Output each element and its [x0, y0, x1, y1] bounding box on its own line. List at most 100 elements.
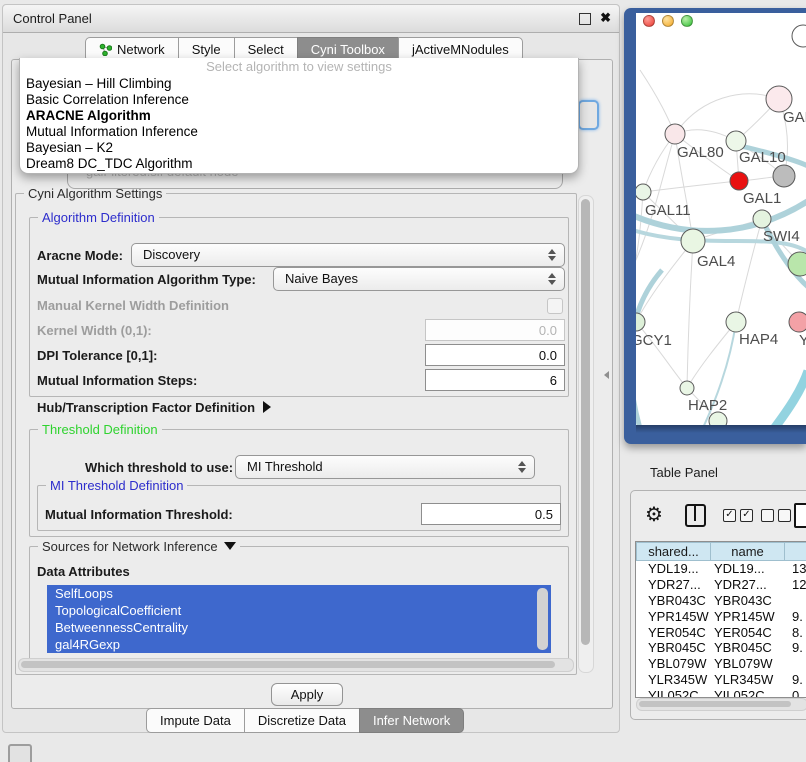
table-hscrollbar-track[interactable]	[636, 698, 806, 711]
network-node-green-right[interactable]	[788, 252, 806, 276]
network-edge[interactable]	[687, 241, 693, 388]
network-node-hap2[interactable]	[680, 381, 694, 395]
algorithm-option-aracne-algorithm[interactable]: ARACNE Algorithm	[20, 108, 578, 124]
table-cell: 9.	[785, 672, 806, 688]
table-panel-title: Table Panel	[650, 465, 718, 480]
network-node-swi4[interactable]	[753, 210, 771, 228]
kernel-width-field[interactable]: 0.0	[425, 319, 565, 341]
algorithm-option-basic-correlation-inference[interactable]: Basic Correlation Inference	[20, 92, 578, 108]
divider-collapse-icon[interactable]	[604, 371, 609, 379]
tab-discretize-data[interactable]: Discretize Data	[244, 708, 360, 733]
panel-toggle-icon[interactable]	[8, 744, 32, 762]
algorithm-definition-title: Algorithm Definition	[38, 210, 159, 225]
algorithm-option-dream8-dc-tdc-algorithm[interactable]: Dream8 DC_TDC Algorithm	[20, 156, 578, 172]
network-edge[interactable]	[736, 219, 762, 322]
manual-kernel-checkbox[interactable]	[547, 298, 563, 314]
mi-steps-field[interactable]: 6	[425, 369, 565, 391]
table-row[interactable]: YPR145WYPR145W9.	[636, 609, 806, 625]
algorithm-option-bayesian-hill-climbing[interactable]: Bayesian – Hill Climbing	[20, 76, 578, 92]
apply-button[interactable]: Apply	[271, 683, 343, 706]
bottom-tabbar: Impute DataDiscretize DataInfer Network	[146, 708, 464, 733]
settings-vscrollbar-thumb[interactable]	[581, 199, 590, 645]
tab-label: jActiveMNodules	[412, 42, 509, 57]
mi-threshold-field[interactable]: 0.5	[421, 503, 561, 525]
attribute-item-topologicalcoefficient[interactable]: TopologicalCoefficient	[47, 602, 551, 619]
mac-close-icon[interactable]	[643, 15, 655, 27]
table-row[interactable]: YER054CYER054C8.	[636, 625, 806, 641]
table-hscrollbar-thumb[interactable]	[639, 701, 791, 707]
focused-button[interactable]	[578, 100, 599, 130]
dpi-tolerance-field[interactable]: 0.0	[425, 344, 565, 366]
table-cell: YER054C	[711, 625, 785, 641]
table-cell: YIL052C	[636, 688, 711, 698]
table-row[interactable]: YDL19...YDL19...13	[636, 561, 806, 577]
network-node-gal11[interactable]	[636, 184, 651, 200]
spinner-arrows-icon	[548, 248, 556, 262]
tab-label: Style	[192, 42, 221, 57]
network-node-gcy1[interactable]	[636, 313, 645, 331]
network-node-gal80[interactable]	[665, 124, 685, 144]
column-header-shared[interactable]: shared...	[636, 542, 711, 561]
table-row[interactable]: YLR345WYLR345W9.	[636, 672, 806, 688]
unchecked-boxes-icon[interactable]	[761, 509, 791, 522]
column-header-a[interactable]: A	[785, 542, 806, 561]
table-row[interactable]: YBR043CYBR043C	[636, 593, 806, 609]
network-node-corner-node[interactable]	[792, 25, 806, 47]
settings-hscrollbar-thumb[interactable]	[21, 661, 555, 668]
algorithm-option-mutual-information-inference[interactable]: Mutual Information Inference	[20, 124, 578, 140]
sources-title[interactable]: Sources for Network Inference	[38, 539, 240, 554]
settings-hscrollbar-track[interactable]	[18, 658, 574, 672]
node-label-gal4: GAL4	[697, 253, 735, 270]
attribute-item-betweennesscentrality[interactable]: BetweennessCentrality	[47, 619, 551, 636]
aracne-mode-select[interactable]: Discovery	[131, 243, 565, 267]
network-edge[interactable]	[643, 181, 739, 192]
network-node-gal10[interactable]	[726, 131, 746, 151]
attribute-item-selfloops[interactable]: SelfLoops	[47, 585, 551, 602]
gear-icon[interactable]: ⚙	[645, 502, 663, 527]
column-header-name[interactable]: name	[711, 542, 785, 561]
table-cell: YDL19...	[711, 561, 785, 577]
table-cell	[785, 593, 806, 609]
network-node-hap4[interactable]	[726, 312, 746, 332]
mi-type-select[interactable]: Naive Bayes	[273, 267, 565, 291]
document-icon[interactable]	[794, 503, 806, 528]
tab-infer-network[interactable]: Infer Network	[359, 708, 464, 733]
node-label-gal11: GAL11	[645, 202, 691, 219]
network-edge[interactable]	[640, 70, 675, 134]
which-threshold-select[interactable]: MI Threshold	[235, 455, 535, 479]
float-window-icon[interactable]	[579, 13, 591, 25]
table-row[interactable]: YDR27...YDR27...12	[636, 577, 806, 593]
mac-zoom-icon[interactable]	[681, 15, 693, 27]
network-canvas[interactable]: GALGAL80GAL10GAL1GAL11SWI4GAL4GCY1HAP4YH…	[636, 13, 806, 425]
attribute-item-gal4rgexp[interactable]: gal4RGexp	[47, 636, 551, 653]
mac-minimize-icon[interactable]	[662, 15, 674, 27]
data-attributes-label: Data Attributes	[37, 564, 130, 579]
tab-label: Network	[117, 42, 165, 57]
settings-vscrollbar-track[interactable]	[578, 195, 594, 673]
table-cell: YBR043C	[711, 593, 785, 609]
attributes-scrollbar[interactable]	[537, 588, 548, 650]
hub-definition-expander[interactable]: Hub/Transcription Factor Definition	[37, 400, 271, 415]
network-node-gal1[interactable]	[730, 172, 748, 190]
network-node-pink-right[interactable]	[789, 312, 806, 332]
network-edge[interactable]	[636, 241, 693, 322]
checked-boxes-icon[interactable]: ✓✓	[723, 509, 753, 522]
table-row[interactable]: YBL079WYBL079W	[636, 656, 806, 672]
tab-impute-data[interactable]: Impute Data	[146, 708, 245, 733]
table-row[interactable]: YIL052CYIL052C0	[636, 688, 806, 698]
table-cell: YBL079W	[636, 656, 711, 672]
node-table[interactable]: shared...nameA YDL19...YDL19...13YDR27..…	[635, 541, 806, 698]
data-attributes-list[interactable]: SelfLoopsTopologicalCoefficientBetweenne…	[47, 585, 551, 653]
algorithm-option-bayesian-k2[interactable]: Bayesian – K2	[20, 140, 578, 156]
network-edge[interactable]	[675, 94, 779, 134]
split-columns-icon[interactable]	[685, 504, 706, 527]
manual-kernel-label: Manual Kernel Width Definition	[37, 298, 229, 313]
close-icon[interactable]: ✖	[600, 10, 611, 26]
network-node-gray-node[interactable]	[773, 165, 795, 187]
network-edge[interactable]	[636, 192, 643, 305]
table-row[interactable]: YBR045CYBR045C9.	[636, 640, 806, 656]
aracne-mode-value: Discovery	[143, 247, 200, 262]
network-edge[interactable]	[770, 371, 806, 425]
network-node-gal4[interactable]	[681, 229, 705, 253]
table-cell	[785, 656, 806, 672]
